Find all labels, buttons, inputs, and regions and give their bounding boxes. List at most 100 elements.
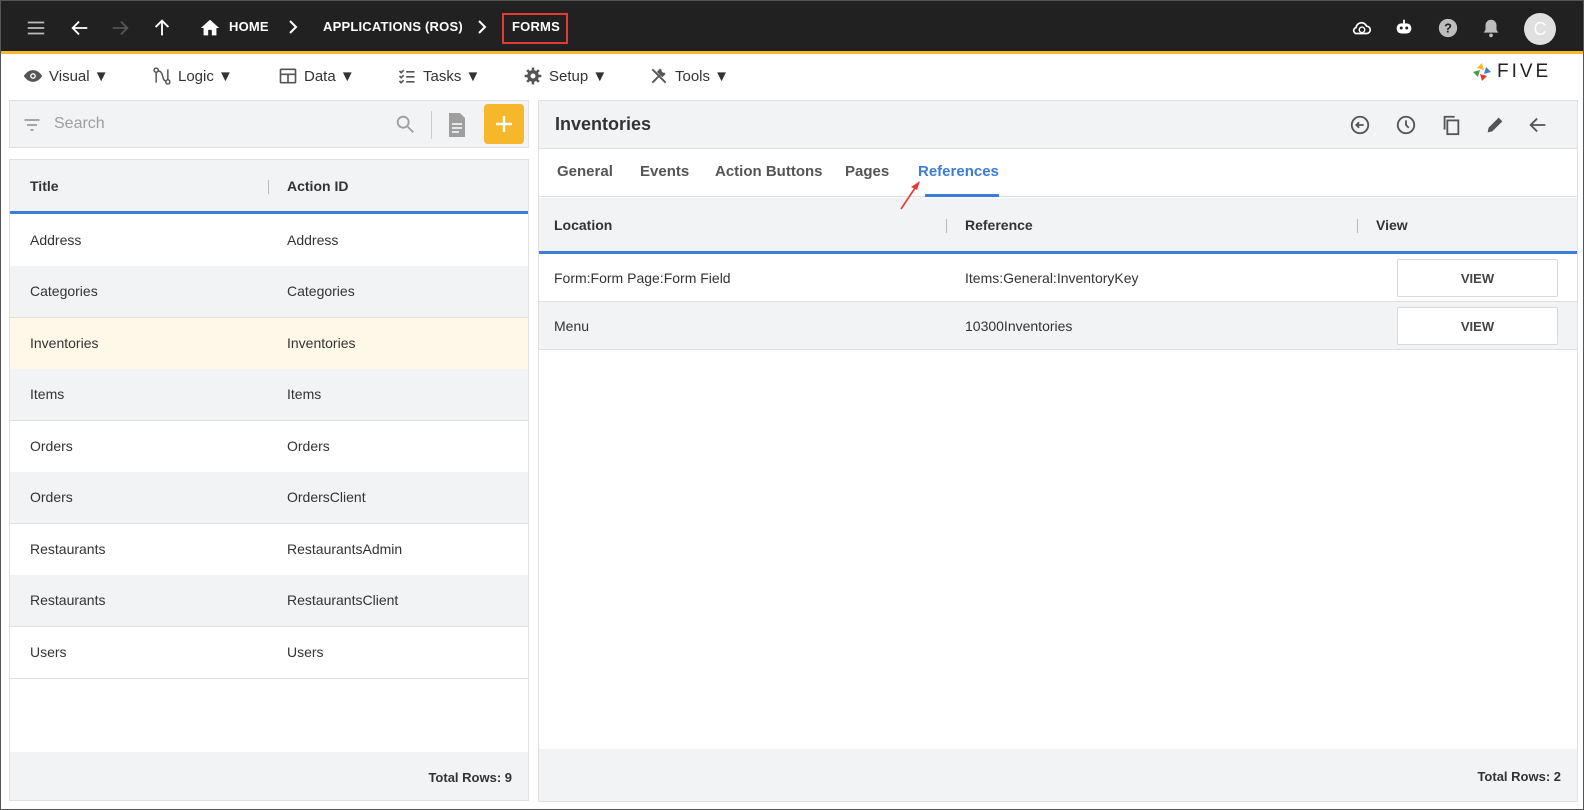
row-action-id: Items — [287, 386, 322, 402]
five-logo-icon — [1473, 63, 1491, 81]
references-table-header: Location Reference View — [539, 198, 1577, 254]
help-icon[interactable]: ? — [1435, 15, 1461, 41]
menu-logic[interactable]: Logic ▼ — [152, 64, 233, 88]
tab-events[interactable]: Events — [640, 163, 689, 180]
breadcrumb-home[interactable]: HOME — [229, 19, 269, 34]
list-item[interactable]: Orders Orders — [10, 421, 528, 473]
menu-bar: Visual ▼ Logic ▼ Data ▼ Tasks ▼ Setup ▼ … — [1, 57, 1583, 95]
column-header-reference[interactable]: Reference — [965, 217, 1033, 233]
list-footer: Total Rows: 9 — [10, 752, 528, 800]
column-divider — [946, 219, 947, 233]
copy-icon[interactable] — [1438, 112, 1464, 138]
row-location: Menu — [554, 318, 590, 334]
column-header-location[interactable]: Location — [554, 217, 612, 233]
search-icon[interactable] — [394, 113, 416, 135]
back-arrow-icon[interactable] — [1525, 112, 1551, 138]
active-tab-indicator — [925, 194, 999, 197]
menu-tasks[interactable]: Tasks ▼ — [397, 64, 480, 88]
tab-action-buttons[interactable]: Action Buttons — [715, 163, 822, 180]
document-icon[interactable] — [447, 112, 467, 138]
chevron-right-icon — [286, 19, 300, 35]
top-bar: HOME APPLICATIONS (ROS) FORMS ? C — [1, 1, 1583, 54]
bell-icon[interactable] — [1478, 15, 1504, 41]
column-header-view[interactable]: View — [1376, 217, 1408, 233]
tab-general[interactable]: General — [557, 163, 613, 180]
menu-data-label: Data ▼ — [304, 67, 355, 85]
back-arrow-icon[interactable] — [67, 15, 93, 41]
annotation-arrow — [900, 181, 920, 210]
logic-icon — [153, 67, 171, 85]
tab-references[interactable]: References — [918, 163, 999, 180]
history-back-icon[interactable] — [1347, 112, 1373, 138]
filter-icon[interactable] — [22, 115, 42, 135]
cloud-check-icon[interactable] — [1349, 15, 1375, 41]
plus-icon — [496, 116, 512, 132]
breadcrumb-applications[interactable]: APPLICATIONS (ROS) — [323, 19, 463, 34]
forward-arrow-icon[interactable] — [107, 15, 133, 41]
menu-setup[interactable]: Setup ▼ — [523, 64, 607, 88]
row-action-id: RestaurantsClient — [287, 592, 399, 608]
row-title: Items — [30, 386, 65, 402]
five-logo-text: FIVE — [1497, 61, 1552, 82]
row-title: Restaurants — [30, 541, 106, 557]
row-action-id: RestaurantsAdmin — [287, 541, 403, 557]
home-icon[interactable] — [197, 15, 223, 41]
app-window: HOME APPLICATIONS (ROS) FORMS ? C Visual… — [0, 0, 1584, 810]
tab-bar: General Events Action Buttons Pages Refe… — [539, 149, 1577, 197]
list-item[interactable]: Categories Categories — [10, 266, 528, 318]
search-bar — [9, 100, 529, 148]
menu-setup-label: Setup ▼ — [549, 67, 608, 85]
table-icon — [279, 68, 297, 84]
row-action-id: Address — [287, 232, 339, 248]
page-title: Inventories — [555, 114, 652, 134]
column-header-action-id[interactable]: Action ID — [287, 178, 348, 194]
total-rows: Total Rows: 2 — [1477, 769, 1561, 784]
menu-tools[interactable]: Tools ▼ — [649, 64, 729, 88]
list-item[interactable]: Users Users — [10, 627, 528, 679]
column-header-title[interactable]: Title — [30, 178, 59, 194]
menu-tasks-label: Tasks ▼ — [423, 67, 481, 85]
list-item[interactable]: Items Items — [10, 369, 528, 421]
list-item[interactable]: Orders OrdersClient — [10, 472, 528, 524]
clock-icon[interactable] — [1393, 112, 1419, 138]
row-title: Categories — [30, 283, 98, 299]
edit-icon[interactable] — [1482, 112, 1508, 138]
detail-panel: Inventories General Events Action Button… — [538, 100, 1578, 802]
list-item-selected[interactable]: Inventories Inventories — [10, 318, 528, 370]
list-item[interactable]: Restaurants RestaurantsClient — [10, 575, 528, 627]
list-item[interactable]: Restaurants RestaurantsAdmin — [10, 524, 528, 576]
view-button[interactable]: VIEW — [1397, 307, 1558, 345]
tab-pages[interactable]: Pages — [845, 163, 889, 180]
row-action-id: OrdersClient — [287, 489, 366, 505]
chatbot-icon[interactable] — [1391, 15, 1417, 41]
menu-visual[interactable]: Visual ▼ — [23, 64, 109, 88]
total-rows: Total Rows: 9 — [428, 770, 512, 785]
row-title: Users — [30, 644, 67, 660]
forms-list: Title Action ID Address Address Categori… — [9, 159, 529, 801]
detail-header: Inventories — [539, 101, 1577, 149]
svg-text:?: ? — [1444, 21, 1452, 36]
list-item[interactable]: Address Address — [10, 215, 528, 267]
row-title: Restaurants — [30, 592, 106, 608]
search-input[interactable] — [54, 111, 384, 137]
view-button[interactable]: VIEW — [1397, 259, 1558, 297]
eye-icon — [23, 70, 43, 82]
row-title: Orders — [30, 489, 73, 505]
five-logo: FIVE — [1471, 61, 1551, 83]
row-action-id: Categories — [287, 283, 355, 299]
table-row: Menu 10300Inventories VIEW — [539, 302, 1577, 350]
up-arrow-icon[interactable] — [149, 15, 175, 41]
menu-data[interactable]: Data ▼ — [278, 64, 355, 88]
row-title: Address — [30, 232, 82, 248]
divider — [431, 111, 432, 139]
add-button[interactable] — [484, 104, 524, 144]
table-footer: Total Rows: 2 — [539, 749, 1577, 801]
menu-visual-label: Visual ▼ — [49, 67, 109, 85]
row-location: Form:Form Page:Form Field — [554, 270, 731, 286]
avatar[interactable]: C — [1524, 13, 1556, 45]
menu-icon[interactable] — [23, 15, 49, 41]
list-header: Title Action ID — [10, 160, 528, 214]
gear-icon — [524, 67, 542, 85]
breadcrumb-forms[interactable]: FORMS — [512, 19, 560, 34]
column-divider — [1357, 219, 1358, 233]
